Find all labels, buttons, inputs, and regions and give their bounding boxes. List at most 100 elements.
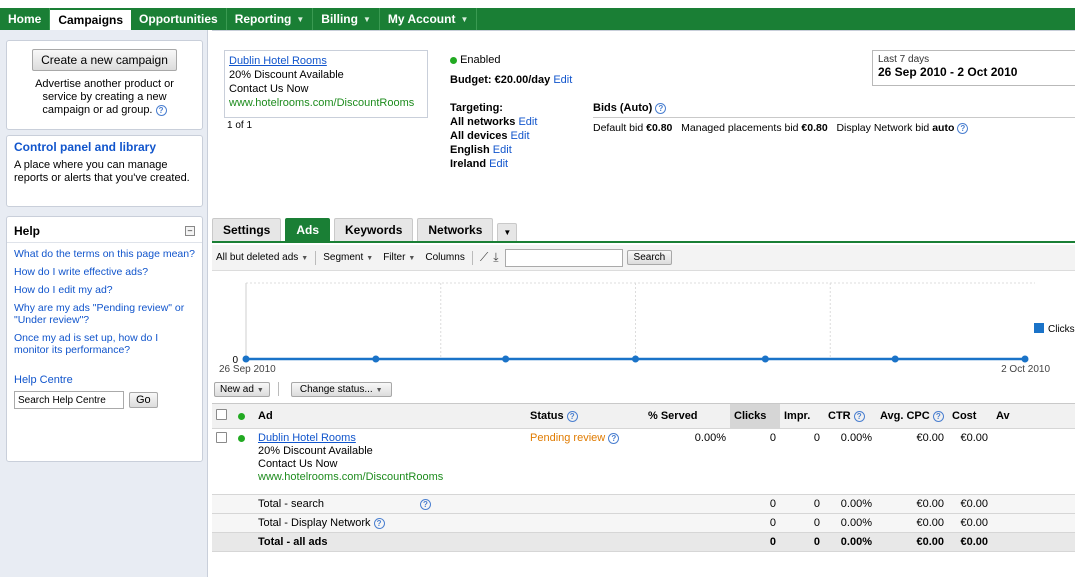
chart-point xyxy=(1021,355,1029,363)
nav-reporting[interactable]: Reporting ▼ xyxy=(227,8,314,30)
download-icon[interactable]: ⤓ xyxy=(493,250,498,265)
column-header-ad[interactable]: Ad xyxy=(254,403,526,429)
chevron-down-icon: ▼ xyxy=(460,14,469,24)
nav-my-account[interactable]: My Account ▼ xyxy=(380,8,478,30)
ad-headline-link[interactable]: Dublin Hotel Rooms xyxy=(258,432,522,445)
bids-label: Bids (Auto) xyxy=(593,102,653,114)
bids-values: Default bid €0.80 Managed placements bid… xyxy=(593,117,1075,135)
column-header-clicks[interactable]: Clicks xyxy=(730,403,780,429)
edit-language-link[interactable]: Edit xyxy=(493,144,512,156)
status-dot-icon xyxy=(450,56,457,64)
help-links: What do the terms on this page mean? How… xyxy=(7,243,202,414)
more-tabs-dropdown[interactable]: ▼ xyxy=(497,223,518,241)
ad-line-2: Contact Us Now xyxy=(229,83,309,95)
edit-devices-link[interactable]: Edit xyxy=(511,130,530,142)
help-link[interactable]: How do I write effective ads? xyxy=(14,266,195,278)
columns-button[interactable]: Columns xyxy=(425,252,464,263)
ad-cell: Dublin Hotel Rooms 20% Discount Availabl… xyxy=(254,428,526,495)
new-ad-dropdown[interactable]: New ad ▼ xyxy=(214,381,270,397)
filter-dropdown[interactable]: Filter ▼ xyxy=(383,252,415,263)
top-navigation: Home Campaigns Opportunities Reporting ▼ … xyxy=(0,8,1075,30)
create-campaign-description: Advertise another product or service by … xyxy=(35,78,174,116)
help-icon[interactable]: ? xyxy=(957,122,969,134)
edit-location-link[interactable]: Edit xyxy=(489,158,508,170)
tab-settings[interactable]: Settings xyxy=(212,218,282,241)
create-campaign-button[interactable]: Create a new campaign xyxy=(32,49,177,71)
help-icon[interactable]: ? xyxy=(655,102,667,114)
help-centre-link[interactable]: Help Centre xyxy=(14,374,195,386)
status-dot-header xyxy=(234,403,254,429)
nav-opportunities[interactable]: Opportunities xyxy=(131,8,227,30)
help-icon[interactable]: ? xyxy=(155,104,167,116)
change-status-dropdown[interactable]: Change status... ▼ xyxy=(290,381,392,397)
nav-home[interactable]: Home xyxy=(0,8,51,30)
control-panel-description: A place where you can manage reports or … xyxy=(14,159,190,184)
help-icon[interactable]: ? xyxy=(566,410,578,422)
nav-campaigns[interactable]: Campaigns xyxy=(50,10,132,30)
date-range-selector[interactable]: Last 7 days 26 Sep 2010 - 2 Oct 2010 xyxy=(872,50,1075,86)
tab-networks[interactable]: Networks xyxy=(417,218,494,241)
segment-dropdown[interactable]: Segment ▼ xyxy=(323,252,373,263)
avg-cpc-cell: €0.00 xyxy=(876,513,948,533)
x-axis-start-label: 26 Sep 2010 xyxy=(219,364,276,375)
left-sidebar: Create a new campaign Advertise another … xyxy=(0,30,208,577)
chevron-down-icon: ▼ xyxy=(301,255,309,262)
column-header-cost[interactable]: Cost xyxy=(948,403,992,429)
tab-keywords[interactable]: Keywords xyxy=(334,218,414,241)
ad-line-1: 20% Discount Available xyxy=(229,69,344,81)
help-icon[interactable]: ? xyxy=(608,432,620,444)
nav-label: Billing xyxy=(321,12,358,26)
help-icon[interactable]: ? xyxy=(853,410,865,422)
column-header-avg-cpc[interactable]: Avg. CPC ? xyxy=(876,403,948,429)
status-dot-icon xyxy=(238,412,245,420)
ctr-cell: 0.00% xyxy=(824,494,876,514)
chart-toggle-icon[interactable]: ⟋ xyxy=(480,250,488,265)
table-actions: New ad ▼ Change status... ▼ xyxy=(212,377,1075,401)
column-header-impressions[interactable]: Impr. xyxy=(780,403,824,429)
column-header-status[interactable]: Status ? xyxy=(526,403,644,429)
tab-underline xyxy=(212,241,1075,243)
help-link[interactable]: Once my ad is set up, how do I monitor i… xyxy=(14,332,195,356)
tab-ads[interactable]: Ads xyxy=(285,218,331,241)
help-header: Help – xyxy=(7,217,202,243)
help-link[interactable]: Why are my ads "Pending review" or "Unde… xyxy=(14,302,195,326)
edit-budget-link[interactable]: Edit xyxy=(553,74,572,86)
chart-marks xyxy=(242,355,1029,363)
column-header-avg-pos[interactable]: Av xyxy=(992,403,1075,429)
help-icon[interactable]: ? xyxy=(932,410,944,422)
status-badge: Pending review xyxy=(530,432,606,444)
edit-networks-link[interactable]: Edit xyxy=(518,116,537,128)
campaign-status: Enabled xyxy=(450,53,500,67)
help-link[interactable]: How do I edit my ad? xyxy=(14,284,195,296)
avg-cpc-cell: €0.00 xyxy=(876,428,948,495)
help-link[interactable]: What do the terms on this page mean? xyxy=(14,248,195,260)
total-label: Total - search xyxy=(254,494,526,514)
help-icon[interactable]: ? xyxy=(373,517,385,529)
ads-search-input[interactable] xyxy=(504,248,623,267)
nav-billing[interactable]: Billing ▼ xyxy=(313,8,380,30)
help-panel: Help – What do the terms on this page me… xyxy=(6,216,203,462)
clicks-cell: 0 xyxy=(730,532,780,552)
view-filter-dropdown[interactable]: All but deleted ads ▼ xyxy=(216,252,308,263)
go-button[interactable]: Go xyxy=(129,392,158,408)
chevron-down-icon: ▼ xyxy=(408,255,416,262)
ad-pager: 1 of 1 xyxy=(227,120,253,131)
help-search-input[interactable] xyxy=(14,391,124,409)
avg-pos-cell xyxy=(992,428,1075,495)
collapse-icon[interactable]: – xyxy=(185,226,195,236)
column-header-ctr[interactable]: CTR ? xyxy=(824,403,876,429)
select-all-checkbox[interactable] xyxy=(216,409,227,420)
help-icon[interactable]: ? xyxy=(420,498,431,510)
row-checkbox[interactable] xyxy=(216,432,227,443)
ads-table: Ad Status ? % Served Clicks Impr. CTR ? … xyxy=(212,403,1075,552)
ad-headline-link[interactable]: Dublin Hotel Rooms xyxy=(229,54,423,68)
chevron-down-icon: ▼ xyxy=(296,14,305,24)
impressions-cell: 0 xyxy=(780,494,824,514)
ctr-cell: 0.00% xyxy=(824,532,876,552)
control-panel-link[interactable]: Control panel and library xyxy=(14,141,195,154)
total-label: Total - all ads xyxy=(254,532,526,552)
column-header-served[interactable]: % Served xyxy=(644,403,730,429)
ctr-cell: 0.00% xyxy=(824,428,876,495)
search-button[interactable]: Search xyxy=(626,250,673,265)
nav-label: Campaigns xyxy=(58,13,124,27)
